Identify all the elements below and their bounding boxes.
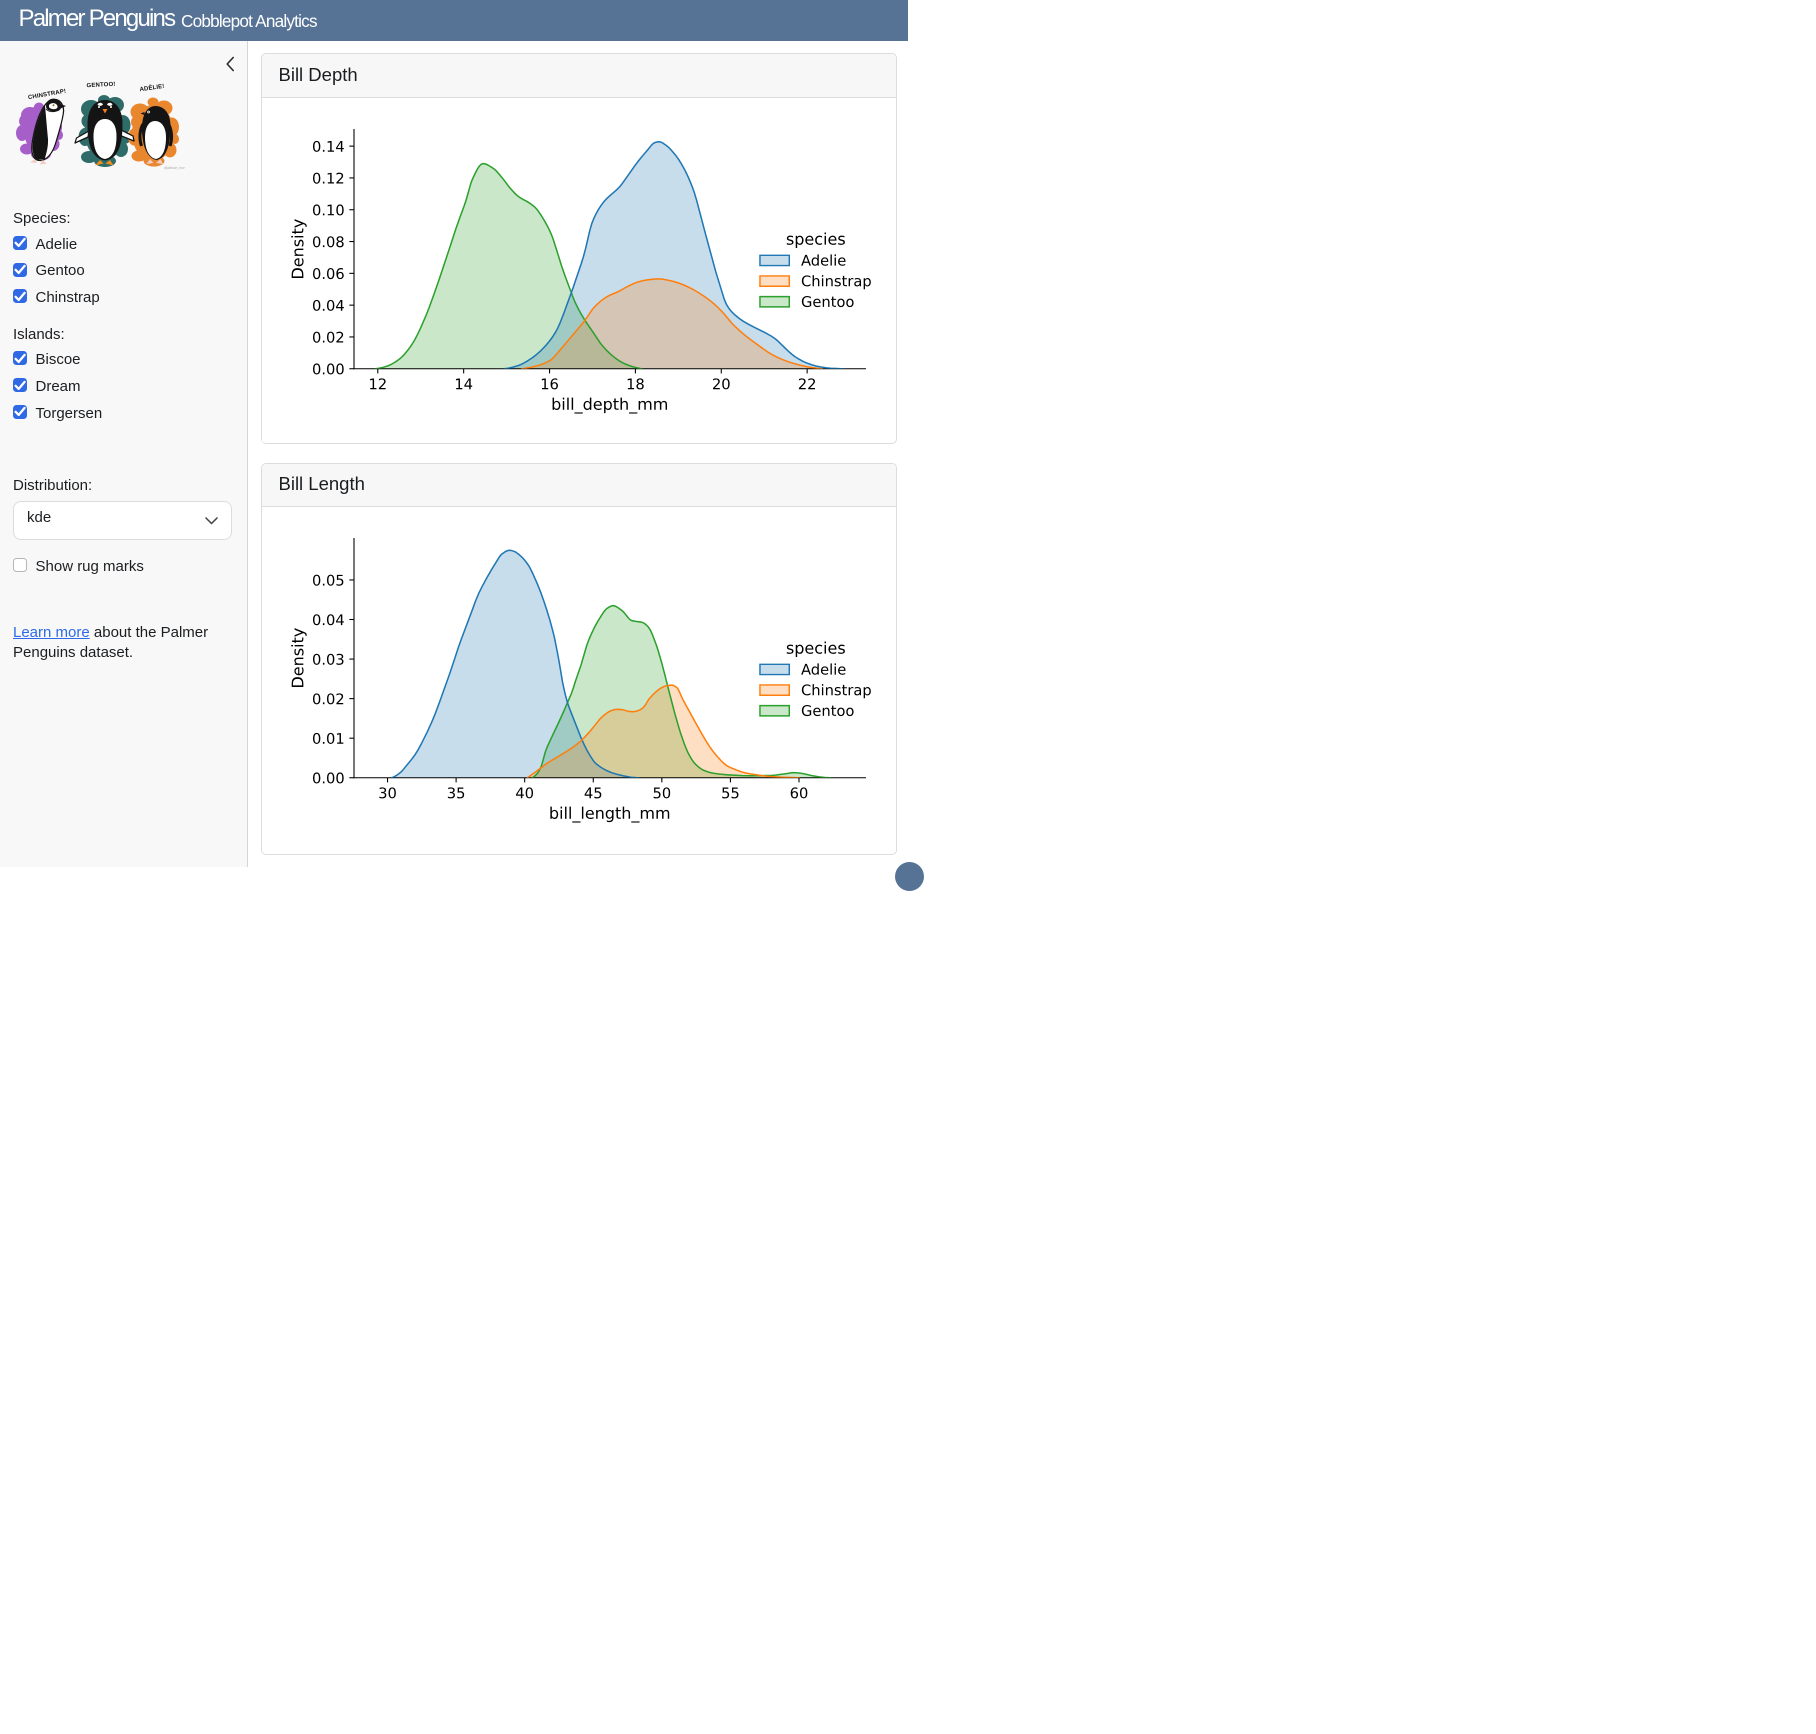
svg-text:CHINSTRAP!: CHINSTRAP! xyxy=(28,89,67,102)
svg-text:GENTOO!: GENTOO! xyxy=(86,82,115,90)
svg-text:ADĒLIE!: ADĒLIE! xyxy=(139,83,165,93)
svg-text:@allison_horst: @allison_horst xyxy=(164,166,185,170)
